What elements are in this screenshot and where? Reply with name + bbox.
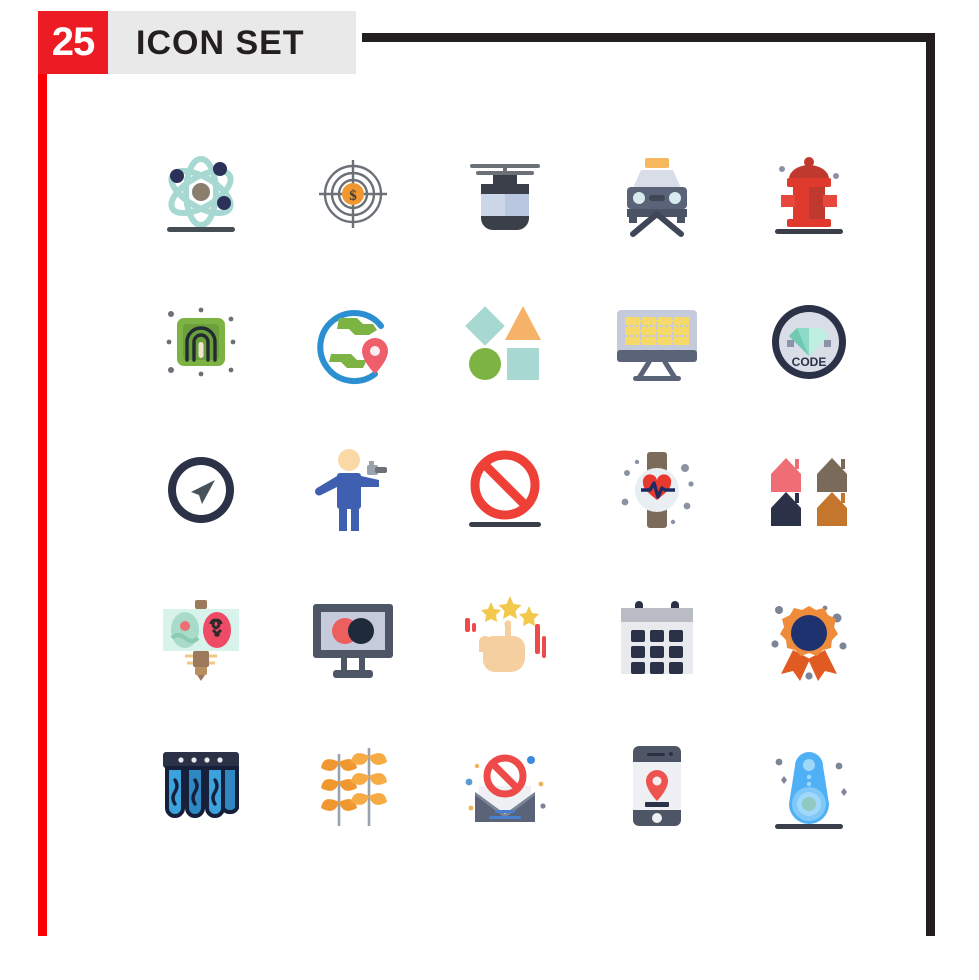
icon-cell-monitor-circles[interactable] — [277, 564, 429, 712]
monitor-grid-icon — [617, 310, 697, 381]
atom-icon — [167, 156, 235, 232]
icon-cell-shapes[interactable] — [429, 268, 581, 416]
icon-set-page: 25 ICON SET $ CODE — [0, 0, 979, 980]
target-dollar-icon: $ — [319, 160, 387, 228]
forbidden-icon — [469, 450, 541, 527]
icon-cell-calendar[interactable] — [581, 564, 733, 712]
icon-cell-target-dollar[interactable]: $ — [277, 120, 429, 268]
person-camera-icon — [314, 449, 387, 531]
icon-cell-atom[interactable] — [125, 120, 277, 268]
fire-hydrant-icon — [775, 157, 843, 234]
navigation-icon — [168, 457, 234, 523]
cable-car-icon — [470, 164, 540, 230]
code-badge-icon: CODE — [772, 305, 846, 379]
car-front-icon — [627, 158, 687, 237]
easter-eggs-sign-icon — [163, 600, 239, 681]
header: 25 ICON SET — [38, 11, 356, 74]
calendar-icon — [621, 601, 693, 674]
icon-cell-car-front[interactable] — [581, 120, 733, 268]
page-title: ICON SET — [136, 23, 305, 62]
code-badge-text: CODE — [792, 355, 827, 369]
award-rosette-icon — [771, 605, 847, 681]
icon-cell-water-filter[interactable] — [125, 712, 277, 860]
icon-cell-monitor-grid[interactable] — [581, 268, 733, 416]
icon-cell-code-badge[interactable]: CODE — [733, 268, 885, 416]
icon-count-badge: 25 — [38, 11, 108, 74]
icon-cell-easter-eggs-sign[interactable] — [125, 564, 277, 712]
frame-left-red-bar — [38, 30, 47, 936]
frame-right-bar — [926, 33, 935, 936]
icon-cell-person-camera[interactable] — [277, 416, 429, 564]
water-filter-icon — [163, 752, 239, 818]
houses-icon — [771, 458, 847, 526]
fingerprint-chip-icon — [166, 307, 236, 377]
icon-cell-smartwatch-heart[interactable] — [581, 416, 733, 564]
frame-top-bar — [362, 33, 935, 42]
globe-location-icon — [317, 310, 388, 384]
icon-cell-cable-car[interactable] — [429, 120, 581, 268]
title-plate: ICON SET — [108, 11, 356, 74]
icon-cell-wheat[interactable] — [277, 712, 429, 860]
icon-cell-blocked-mail[interactable] — [429, 712, 581, 860]
icon-cell-phone-location[interactable] — [581, 712, 733, 860]
icon-grid: $ CODE — [125, 120, 885, 860]
icon-cell-navigation[interactable] — [125, 416, 277, 564]
icon-cell-fire-hydrant[interactable] — [733, 120, 885, 268]
icon-cell-hand-stars[interactable] — [429, 564, 581, 712]
icon-cell-fingerprint-chip[interactable] — [125, 268, 277, 416]
blocked-mail-icon — [465, 754, 546, 822]
icon-cell-forbidden[interactable] — [429, 416, 581, 564]
speaker-icon — [775, 752, 847, 829]
shapes-icon — [465, 306, 541, 380]
icon-cell-speaker[interactable] — [733, 712, 885, 860]
phone-location-icon — [633, 746, 681, 826]
svg-text:$: $ — [349, 188, 357, 204]
icon-cell-houses[interactable] — [733, 416, 885, 564]
icon-cell-award-rosette[interactable] — [733, 564, 885, 712]
hand-stars-icon — [465, 596, 546, 672]
monitor-circles-icon — [313, 604, 393, 678]
wheat-icon — [321, 748, 387, 826]
smartwatch-heart-icon — [621, 452, 694, 528]
icon-cell-globe-location[interactable] — [277, 268, 429, 416]
